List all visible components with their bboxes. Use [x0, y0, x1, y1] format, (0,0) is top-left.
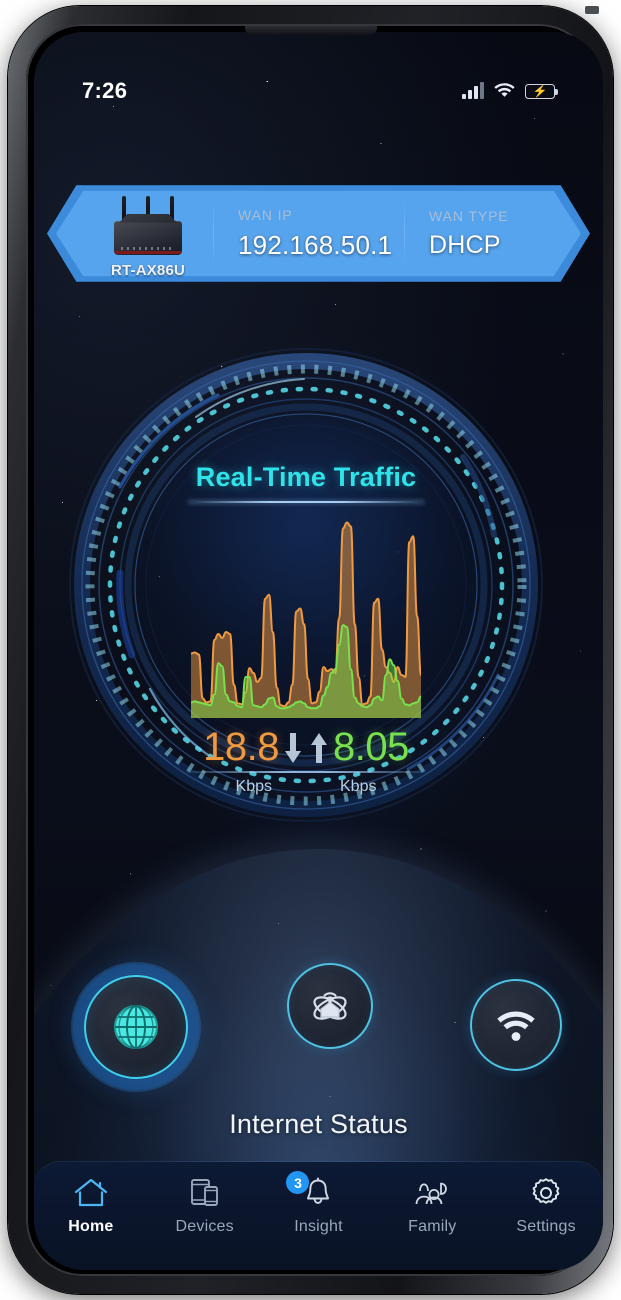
status-bar-clock: 7:26	[82, 78, 127, 104]
bottom-navigation-bar: Home Devices	[34, 1162, 603, 1270]
upload-unit-label: Kbps	[340, 778, 376, 796]
nav-item-insight[interactable]: 3 Insight	[266, 1176, 370, 1236]
upload-speed-value: 8.05	[333, 725, 409, 770]
status-bar: 7:26 ⚡	[34, 74, 603, 108]
app-screen: 7:26 ⚡	[34, 32, 603, 1270]
internet-status-label: Internet Status	[34, 1109, 603, 1140]
gear-icon	[529, 1176, 563, 1210]
phone-device-frame: 7:26 ⚡	[8, 6, 613, 1294]
cellular-signal-icon	[462, 83, 484, 99]
wan-panel-content: RT-AX86U WAN IP 192.168.50.1 WAN TYPE DH…	[47, 176, 590, 291]
nav-label-settings: Settings	[516, 1218, 575, 1236]
status-bar-icons: ⚡	[462, 80, 555, 102]
wifi-signal-icon	[491, 1005, 541, 1045]
aimesh-node-icon	[308, 984, 352, 1028]
nav-item-settings[interactable]: Settings	[494, 1176, 598, 1236]
battery-charging-icon: ⚡	[525, 84, 555, 99]
traffic-units-row: Kbps Kbps	[58, 778, 554, 796]
wan-ip-label: WAN IP	[238, 207, 404, 223]
globe-icon	[110, 1001, 162, 1053]
status-circle-row	[34, 957, 603, 1087]
router-model-label: RT-AX86U	[111, 262, 185, 279]
family-icon	[412, 1176, 452, 1210]
router-summary[interactable]: RT-AX86U	[83, 189, 213, 279]
readout-underline	[186, 771, 426, 773]
nav-label-devices: Devices	[176, 1218, 234, 1236]
wan-ip-field: WAN IP 192.168.50.1	[214, 207, 404, 261]
traffic-readout: 18.8 8.05	[58, 725, 554, 770]
wifi-status-button[interactable]	[470, 979, 562, 1071]
nav-item-family[interactable]: Family	[380, 1176, 484, 1236]
devices-icon	[188, 1176, 222, 1210]
traffic-area-chart	[191, 503, 421, 718]
bell-icon: 3	[303, 1176, 333, 1210]
internet-status-button[interactable]	[84, 975, 188, 1079]
download-speed-value: 18.8	[203, 725, 279, 770]
nav-label-home: Home	[68, 1218, 113, 1236]
earpiece-speaker	[245, 26, 377, 35]
arrow-up-icon	[309, 731, 329, 765]
nav-label-family: Family	[408, 1218, 456, 1236]
wan-type-value: DHCP	[429, 231, 555, 260]
wan-type-label: WAN TYPE	[429, 208, 555, 224]
home-icon	[73, 1176, 109, 1210]
router-icon	[106, 193, 190, 257]
traffic-title: Real-Time Traffic	[58, 462, 554, 493]
arrow-down-icon	[283, 731, 303, 765]
wan-ip-value: 192.168.50.1	[238, 230, 404, 261]
wan-type-field: WAN TYPE DHCP	[405, 208, 555, 260]
download-unit-label: Kbps	[236, 778, 272, 796]
traffic-chart-topline	[188, 501, 424, 503]
nav-item-devices[interactable]: Devices	[153, 1176, 257, 1236]
aimesh-node-button[interactable]	[287, 963, 373, 1049]
wan-info-panel[interactable]: RT-AX86U WAN IP 192.168.50.1 WAN TYPE DH…	[47, 176, 590, 291]
wifi-icon	[493, 80, 516, 102]
nav-item-home[interactable]: Home	[39, 1176, 143, 1236]
real-time-traffic-gauge[interactable]: Real-Time Traffic 18.8	[58, 337, 554, 833]
nav-label-insight: Insight	[294, 1218, 343, 1236]
phone-side-button	[585, 6, 599, 14]
